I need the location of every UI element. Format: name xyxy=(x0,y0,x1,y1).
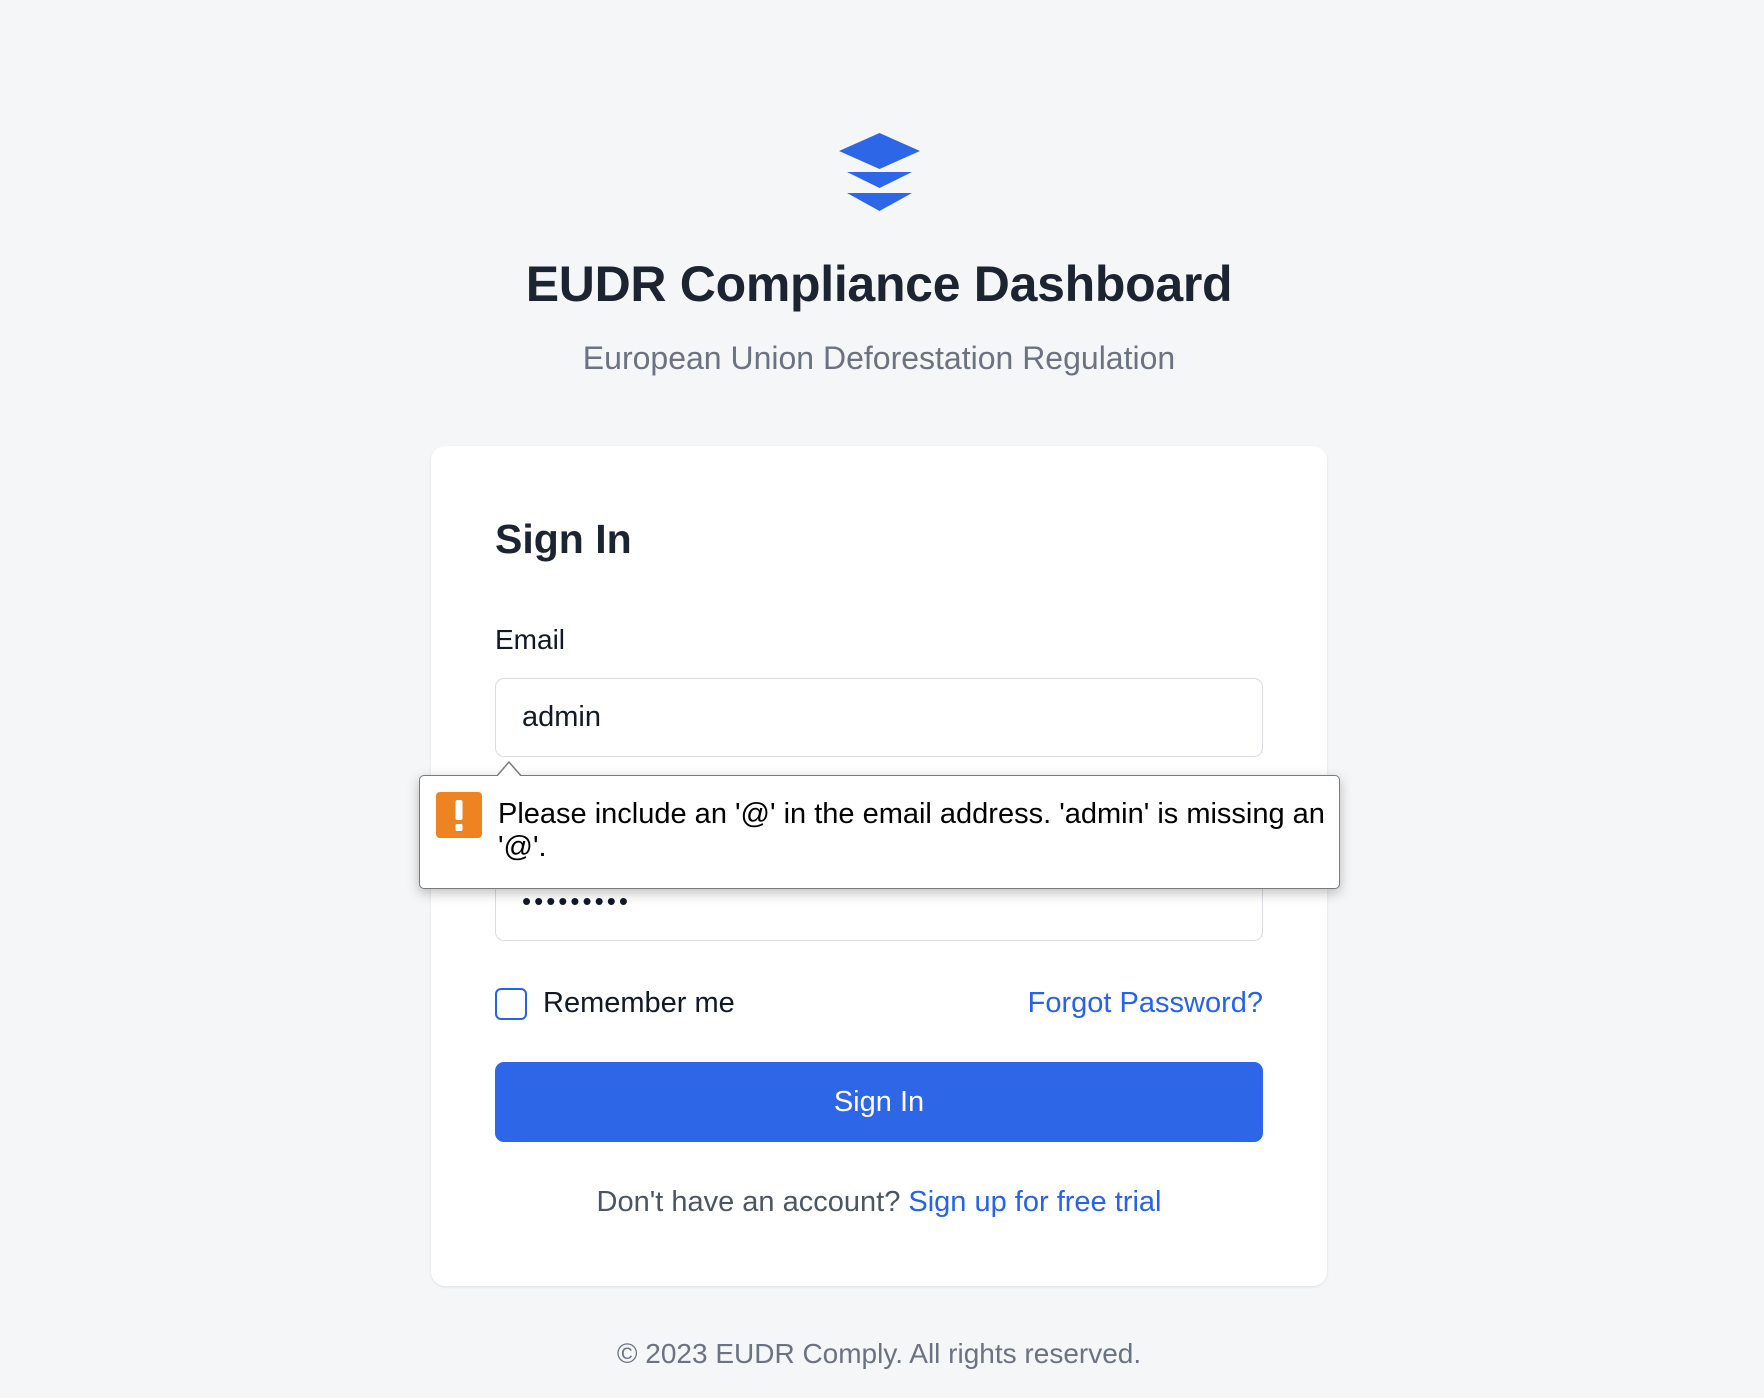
footer-copyright: © 2023 EUDR Comply. All rights reserved. xyxy=(616,1338,1142,1369)
signup-row: Don't have an account? Sign up for free … xyxy=(431,1186,1327,1219)
validation-message: Please include an '@' in the email addre… xyxy=(498,798,1325,863)
signup-link[interactable]: Sign up for free trial xyxy=(908,1186,1161,1218)
app-title: EUDR Compliance Dashboard xyxy=(525,256,1233,312)
layers-icon xyxy=(839,133,920,211)
forgot-password-link[interactable]: Forgot Password? xyxy=(1028,987,1263,1020)
login-page: EUDR Compliance Dashboard European Union… xyxy=(0,0,1764,1398)
remember-row: Remember me Forgot Password? xyxy=(495,985,1263,1025)
signup-prompt: Don't have an account? xyxy=(596,1186,901,1218)
remember-label[interactable]: Remember me xyxy=(543,987,735,1020)
warning-icon xyxy=(436,792,482,838)
email-label: Email xyxy=(495,624,566,655)
signin-heading: Sign In xyxy=(495,516,632,562)
remember-checkbox[interactable] xyxy=(495,988,527,1020)
signin-button[interactable]: Sign In xyxy=(495,1062,1263,1142)
tooltip-arrow xyxy=(496,760,522,785)
validation-tooltip: Please include an '@' in the email addre… xyxy=(419,760,1340,889)
email-input[interactable] xyxy=(495,678,1263,757)
app-subtitle: European Union Deforestation Regulation xyxy=(582,340,1176,376)
